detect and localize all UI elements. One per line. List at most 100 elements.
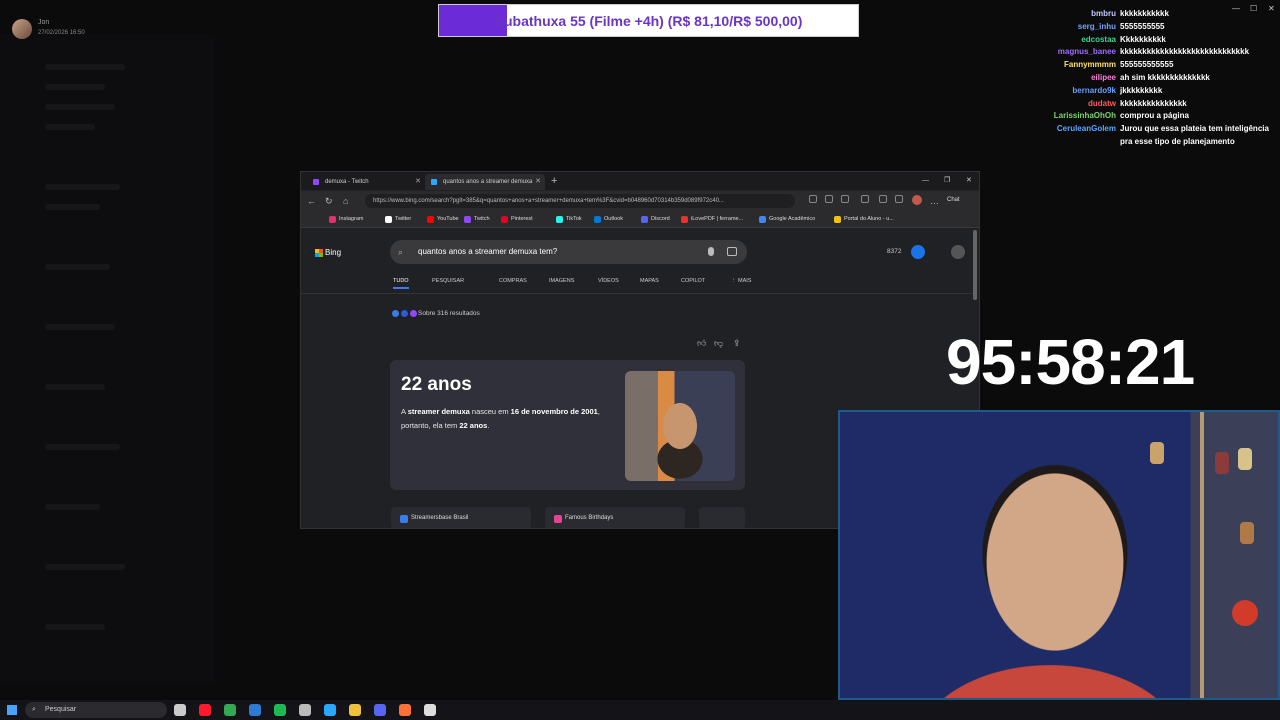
- bookmark-label: Twitter: [395, 216, 412, 222]
- bookmark-item[interactable]: Google Acadêmico: [759, 211, 815, 227]
- sub-goal-bar: Subathuxa 55 (Filme +4h) (R$ 81,10/R$ 50…: [438, 4, 859, 37]
- split-screen-icon[interactable]: [895, 195, 903, 203]
- answer-photo[interactable]: [625, 371, 735, 481]
- bookmark-item[interactable]: Portal do Aluno - u...: [834, 211, 894, 227]
- share-icon[interactable]: ⇪: [733, 337, 741, 349]
- extensions-icon[interactable]: [825, 195, 833, 203]
- chat-username[interactable]: dudatw: [1088, 98, 1116, 111]
- chat-username[interactable]: Fannymmmm: [1064, 59, 1116, 72]
- close-tab-icon[interactable]: ✕: [535, 174, 541, 190]
- scope-tab[interactable]: IMAGENS: [549, 275, 574, 287]
- back-icon[interactable]: ←: [307, 195, 316, 207]
- taskbar-search[interactable]: ⌕ Pesquisar: [25, 702, 167, 718]
- tab-twitch[interactable]: demuxa - Twitch ✕: [307, 174, 425, 190]
- search-input[interactable]: ⌕ quantos anos a streamer demuxa tem?: [390, 240, 747, 264]
- microphone-icon[interactable]: [708, 247, 714, 256]
- restore-icon[interactable]: ❐: [944, 174, 950, 188]
- file-explorer-icon[interactable]: [349, 704, 361, 716]
- bookmark-item[interactable]: TikTok: [556, 211, 582, 227]
- collectible-figure: [1215, 452, 1229, 474]
- bookmark-icon: [501, 216, 508, 223]
- bookmark-label: Instagram: [339, 216, 364, 222]
- visual-search-icon[interactable]: [727, 247, 737, 256]
- profile-icon[interactable]: [912, 195, 922, 205]
- thumbs-down-icon[interactable]: 👎︎: [714, 337, 723, 349]
- scope-tab[interactable]: COPILOT: [681, 275, 705, 287]
- chat-text: ah sim kkkkkkkkkkkkkk: [1120, 72, 1210, 82]
- chat-text: 5555555555: [1120, 21, 1165, 31]
- minimize-icon[interactable]: —: [922, 174, 929, 188]
- chat-text: Jurou que essa plateia tem inteligência …: [1120, 124, 1269, 146]
- chat-username[interactable]: magnus_banee: [1058, 46, 1116, 59]
- discord-icon[interactable]: [374, 704, 386, 716]
- chat-username[interactable]: bmbru: [1091, 8, 1116, 21]
- scope-tab[interactable]: TUDO: [393, 275, 409, 289]
- scope-tab[interactable]: PESQUISAR: [432, 275, 464, 287]
- download-icon[interactable]: [879, 195, 887, 203]
- more-sources-card[interactable]: [699, 507, 745, 528]
- scope-tab[interactable]: VÍDEOS: [598, 275, 619, 287]
- chat-text: comprou a página: [1120, 111, 1189, 121]
- chat-overlay: bmbru kkkkkkkkkkk serg_inhu 5555555555 edcos…: [1000, 8, 1280, 148]
- bookmark-label: Google Acadêmico: [769, 216, 816, 222]
- bookmark-item[interactable]: Pinterest: [501, 211, 533, 227]
- opera-icon[interactable]: [199, 704, 211, 716]
- firefox-icon[interactable]: [399, 704, 411, 716]
- source-card-streamersbase[interactable]: Streamersbase Brasil: [391, 507, 531, 528]
- windows-start-icon[interactable]: [7, 705, 17, 715]
- chrome-icon[interactable]: [224, 704, 236, 716]
- chat-username[interactable]: bernardo9k: [1072, 85, 1116, 98]
- bookmark-item[interactable]: Outlook: [594, 211, 623, 227]
- bookmark-item[interactable]: Twitter: [385, 211, 411, 227]
- bing-logo[interactable]: Bing: [315, 248, 341, 258]
- refresh-icon[interactable]: ↻: [325, 195, 333, 207]
- bookmark-label: Discord: [651, 216, 670, 222]
- bookmark-icon: [556, 216, 563, 223]
- rewards-points[interactable]: 8372: [887, 247, 901, 257]
- home-icon[interactable]: ⌂: [343, 195, 348, 207]
- divider: [301, 293, 977, 294]
- bookmark-label: TikTok: [566, 216, 582, 222]
- bookmark-label: Pinterest: [511, 216, 533, 222]
- close-tab-icon[interactable]: ✕: [415, 174, 421, 190]
- chat-username[interactable]: edcostaa: [1081, 34, 1116, 47]
- chat-username[interactable]: eilipee: [1091, 72, 1116, 85]
- account-icon[interactable]: [951, 245, 965, 259]
- bookmark-item[interactable]: Twitch: [464, 211, 490, 227]
- obs-icon[interactable]: [424, 704, 436, 716]
- scrollbar[interactable]: [973, 230, 977, 300]
- chat-message: dudatw kkkkkkkkkkkkkkk: [1000, 98, 1280, 111]
- refresh-tab-icon[interactable]: [841, 195, 849, 203]
- toolbar: ← ↻ ⌂ https://www.bing.com/search?pglt=3…: [301, 191, 979, 211]
- new-tab-button[interactable]: +: [551, 174, 557, 188]
- bookmark-item[interactable]: iLovePDF | ferrame...: [681, 211, 743, 227]
- address-bar[interactable]: https://www.bing.com/search?pglt=385&q=q…: [365, 194, 795, 208]
- edge-icon[interactable]: [324, 704, 336, 716]
- bookmark-item[interactable]: Instagram: [329, 211, 363, 227]
- bookmark-icon: [594, 216, 601, 223]
- task-view-icon[interactable]: [174, 704, 186, 716]
- bookmark-item[interactable]: YouTube: [427, 211, 459, 227]
- app-blue-icon[interactable]: [249, 704, 261, 716]
- more-icon[interactable]: …: [930, 195, 939, 207]
- bookmark-item[interactable]: Discord: [641, 211, 670, 227]
- thumbs-up-icon[interactable]: 👍︎: [697, 337, 706, 349]
- favorite-icon[interactable]: [809, 195, 817, 203]
- close-window-icon[interactable]: ✕: [966, 174, 972, 188]
- scope-tab[interactable]: COMPRAS: [499, 275, 527, 287]
- bookmark-icon: [385, 216, 392, 223]
- spotify-icon[interactable]: [274, 704, 286, 716]
- bing-logo-icon: [315, 249, 323, 257]
- source-card-famous-birthdays[interactable]: Famous Birthdays: [545, 507, 685, 528]
- scope-tab[interactable]: ⋮ MAIS: [731, 275, 751, 287]
- copilot-chat-button[interactable]: Chat: [947, 194, 960, 207]
- chat-username[interactable]: serg_inhu: [1078, 21, 1116, 34]
- app-gray-icon[interactable]: [299, 704, 311, 716]
- chat-username[interactable]: LarissinhaOhOh: [1054, 110, 1116, 123]
- bookmark-icon: [641, 216, 648, 223]
- tab-bing-search[interactable]: quantos anos a streamer demuxa ✕: [425, 174, 545, 190]
- scope-tab[interactable]: MAPAS: [640, 275, 659, 287]
- rewards-icon[interactable]: [911, 245, 925, 259]
- collections-icon[interactable]: [861, 195, 869, 203]
- chat-username[interactable]: CeruleanGolem: [1057, 123, 1116, 136]
